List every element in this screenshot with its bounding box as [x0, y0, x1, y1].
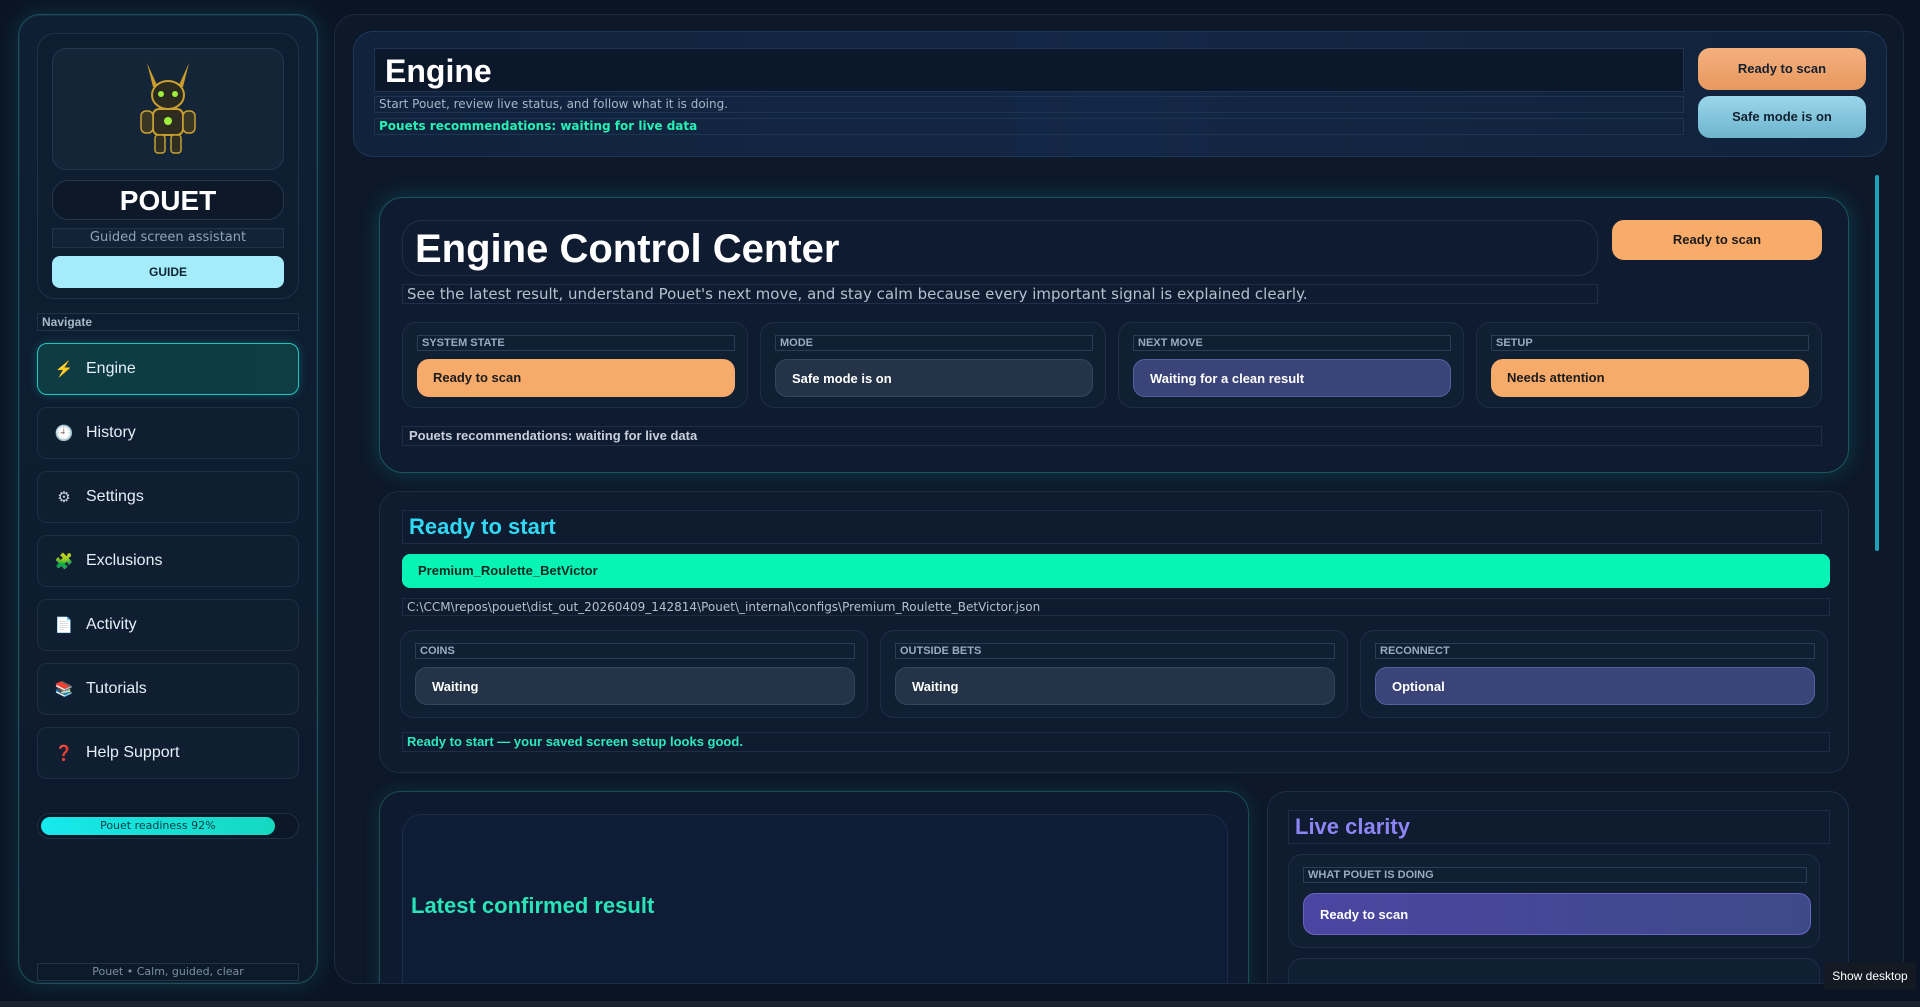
- top-bar: Engine Start Pouet, review live status, …: [353, 31, 1887, 157]
- stat-label: WHAT POUET IS DOING: [1303, 867, 1807, 883]
- nav-section-label: Navigate: [37, 313, 299, 331]
- ready-to-start-panel: Ready to start Premium_Roulette_BetVicto…: [379, 491, 1849, 773]
- config-name-bar[interactable]: Premium_Roulette_BetVictor: [402, 554, 1830, 588]
- stat-label: SYSTEM STATE: [417, 335, 735, 351]
- stat-value: Needs attention: [1491, 359, 1809, 397]
- taskbar-strip: [0, 1001, 1920, 1007]
- ready-to-start-title: Ready to start: [402, 510, 1822, 544]
- question-icon: ❓: [54, 745, 74, 762]
- stat-label: COINS: [415, 643, 855, 659]
- document-icon: 📄: [54, 617, 74, 634]
- live-clarity-title: Live clarity: [1288, 810, 1830, 844]
- setup-card: SETUP Needs attention: [1476, 322, 1822, 408]
- stat-label: OUTSIDE BETS: [895, 643, 1335, 659]
- recommendation-text: Pouets recommendations: waiting for live…: [374, 118, 1684, 135]
- safe-mode-button[interactable]: Safe mode is on: [1698, 96, 1866, 138]
- sidebar-item-history[interactable]: 🕘 History: [37, 407, 299, 459]
- outside-bets-card: OUTSIDE BETS Waiting: [880, 630, 1348, 718]
- stat-label: NEXT MOVE: [1133, 335, 1451, 351]
- ready-to-scan-button[interactable]: Ready to scan: [1698, 48, 1866, 90]
- clarity-card-secondary: [1288, 958, 1820, 983]
- sidebar-item-label: Exclusions: [86, 552, 163, 569]
- sidebar-item-label: History: [86, 424, 136, 441]
- sidebar-item-settings[interactable]: ⚙ Settings: [37, 471, 299, 523]
- ready-message: Ready to start — your saved screen setup…: [402, 732, 1830, 752]
- sidebar-item-label: Activity: [86, 616, 137, 633]
- stat-value: Safe mode is on: [775, 359, 1093, 397]
- sidebar-item-label: Engine: [86, 360, 136, 377]
- mascot-logo: [52, 48, 284, 170]
- what-pouet-is-doing-card: WHAT POUET IS DOING Ready to scan: [1288, 854, 1820, 948]
- stat-value: Waiting: [895, 667, 1335, 705]
- reconnect-card: RECONNECT Optional: [1360, 630, 1828, 718]
- stat-value: Waiting: [415, 667, 855, 705]
- brand-subtitle: Guided screen assistant: [52, 228, 284, 248]
- brand-name: POUET: [52, 180, 284, 220]
- stat-label: RECONNECT: [1375, 643, 1815, 659]
- coins-card: COINS Waiting: [400, 630, 868, 718]
- main-content: Engine Start Pouet, review live status, …: [334, 14, 1904, 984]
- stat-value: Ready to scan: [417, 359, 735, 397]
- stat-label: SETUP: [1491, 335, 1809, 351]
- guide-button[interactable]: GUIDE: [52, 256, 284, 288]
- sidebar-item-activity[interactable]: 📄 Activity: [37, 599, 299, 651]
- engine-control-center: Engine Control Center See the latest res…: [379, 197, 1849, 473]
- show-desktop-button[interactable]: Show desktop: [1824, 962, 1916, 990]
- config-path: C:\CCM\repos\pouet\dist_out_20260409_142…: [402, 598, 1830, 616]
- next-move-card: NEXT MOVE Waiting for a clean result: [1118, 322, 1464, 408]
- latest-result-title: Latest confirmed result: [411, 893, 655, 918]
- sidebar-item-label: Settings: [86, 488, 144, 505]
- control-center-subtitle: See the latest result, understand Pouet'…: [402, 284, 1598, 304]
- books-icon: 📚: [54, 681, 74, 698]
- puzzle-icon: 🧩: [54, 553, 74, 570]
- stat-label: MODE: [775, 335, 1093, 351]
- stat-value: Waiting for a clean result: [1133, 359, 1451, 397]
- lightning-icon: ⚡: [54, 361, 74, 378]
- stat-value: Ready to scan: [1303, 893, 1811, 935]
- page-subtitle: Start Pouet, review live status, and fol…: [374, 96, 1684, 113]
- latest-result-inner: Latest confirmed result: [402, 814, 1228, 983]
- sidebar-item-tutorials[interactable]: 📚 Tutorials: [37, 663, 299, 715]
- sidebar-item-engine[interactable]: ⚡ Engine: [37, 343, 299, 395]
- readiness-bar: Pouet readiness 92%: [37, 813, 299, 839]
- live-clarity-panel: Live clarity WHAT POUET IS DOING Ready t…: [1267, 791, 1849, 983]
- latest-result-panel: Latest confirmed result: [379, 791, 1249, 983]
- clock-icon: 🕘: [54, 425, 74, 442]
- control-center-title: Engine Control Center: [402, 220, 1598, 276]
- stat-value: Optional: [1375, 667, 1815, 705]
- recommendation-text: Pouets recommendations: waiting for live…: [402, 426, 1822, 446]
- page-title: Engine: [374, 48, 1684, 92]
- brand-card: POUET Guided screen assistant GUIDE: [37, 33, 299, 299]
- sidebar-item-exclusions[interactable]: 🧩 Exclusions: [37, 535, 299, 587]
- sidebar-item-help-support[interactable]: ❓ Help Support: [37, 727, 299, 779]
- main-scrollbar[interactable]: [1875, 175, 1879, 551]
- sidebar: POUET Guided screen assistant GUIDE Navi…: [18, 14, 318, 984]
- readiness-fill: Pouet readiness 92%: [41, 817, 275, 835]
- system-state-card: SYSTEM STATE Ready to scan: [402, 322, 748, 408]
- mode-card: MODE Safe mode is on: [760, 322, 1106, 408]
- gear-icon: ⚙: [57, 489, 71, 506]
- sidebar-item-label: Help Support: [86, 744, 180, 761]
- sidebar-item-label: Tutorials: [86, 680, 147, 697]
- control-center-status-button[interactable]: Ready to scan: [1612, 220, 1822, 260]
- sidebar-footer: Pouet • Calm, guided, clear: [37, 963, 299, 981]
